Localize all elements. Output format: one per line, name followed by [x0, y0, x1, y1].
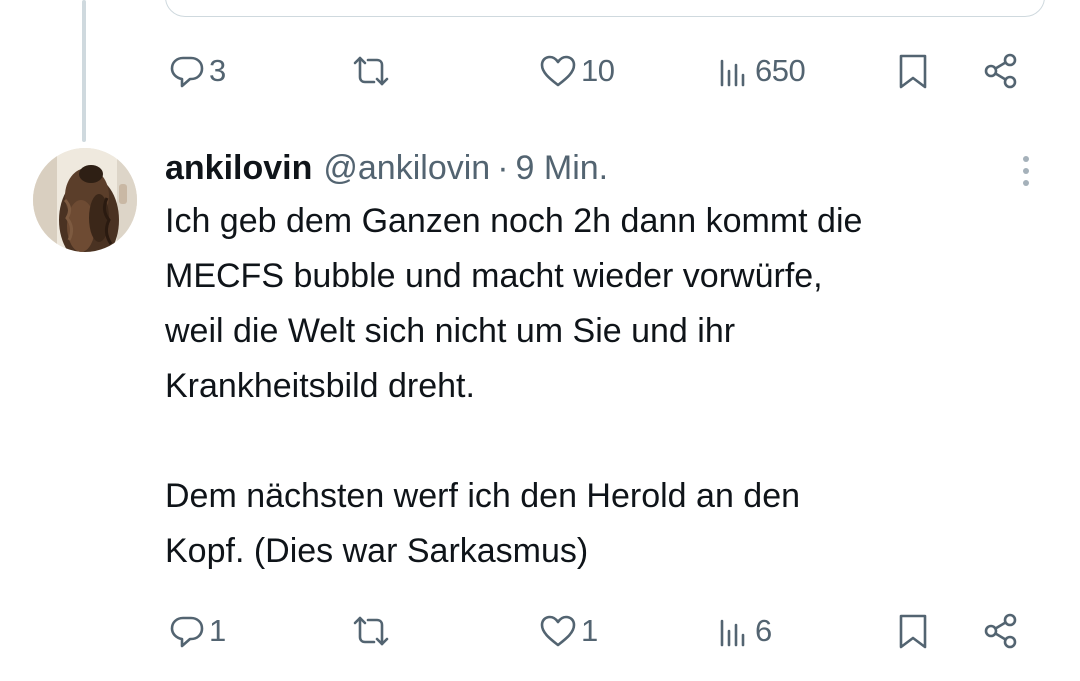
heart-icon: [540, 55, 576, 87]
tweet-header: ankilovin @ankilovin · 9 Min.: [165, 144, 608, 192]
heart-icon: [540, 615, 576, 647]
more-vertical-icon: [1023, 156, 1029, 186]
like-count: 1: [581, 613, 598, 648]
share-button[interactable]: [980, 46, 1022, 96]
bookmark-icon: [899, 614, 927, 649]
tweet-timestamp[interactable]: 9 Min.: [516, 149, 609, 188]
bookmark-icon: [899, 54, 927, 89]
avatar[interactable]: [33, 148, 137, 252]
retweet-icon: [353, 56, 389, 86]
reply-tweet-action-bar: 1 1 6: [165, 606, 1035, 656]
more-options-button[interactable]: [1010, 152, 1040, 192]
views-button[interactable]: 6: [713, 606, 772, 656]
share-icon: [984, 613, 1017, 649]
retweet-button[interactable]: [350, 46, 394, 96]
views-bar-chart-icon: [720, 619, 745, 647]
like-button[interactable]: 10: [537, 46, 615, 96]
bookmark-button[interactable]: [893, 606, 933, 656]
quoted-tweet-card[interactable]: [165, 0, 1045, 17]
avatar-photo: [33, 148, 137, 252]
share-button[interactable]: [980, 606, 1022, 656]
retweet-button[interactable]: [350, 606, 394, 656]
thread-connector-line: [82, 0, 86, 142]
views-button[interactable]: 650: [713, 46, 806, 96]
retweet-icon: [353, 616, 389, 646]
parent-tweet-action-bar: 3 10 650: [165, 46, 1035, 96]
reply-count: 1: [209, 613, 226, 648]
header-separator: ·: [497, 148, 509, 187]
author-name[interactable]: ankilovin: [165, 149, 312, 188]
like-button[interactable]: 1: [537, 606, 598, 656]
like-count: 10: [581, 53, 615, 88]
reply-count: 3: [209, 53, 226, 88]
reply-button[interactable]: 1: [167, 606, 226, 656]
reply-icon: [170, 56, 204, 88]
bookmark-button[interactable]: [893, 46, 933, 96]
reply-icon: [170, 616, 204, 648]
reply-button[interactable]: 3: [167, 46, 226, 96]
view-count: 650: [755, 53, 806, 88]
views-bar-chart-icon: [720, 59, 745, 87]
view-count: 6: [755, 613, 772, 648]
tweet-text: Ich geb dem Ganzen noch 2h dann kommt di…: [165, 202, 863, 570]
author-handle[interactable]: @ankilovin: [323, 149, 490, 188]
share-icon: [984, 53, 1017, 89]
